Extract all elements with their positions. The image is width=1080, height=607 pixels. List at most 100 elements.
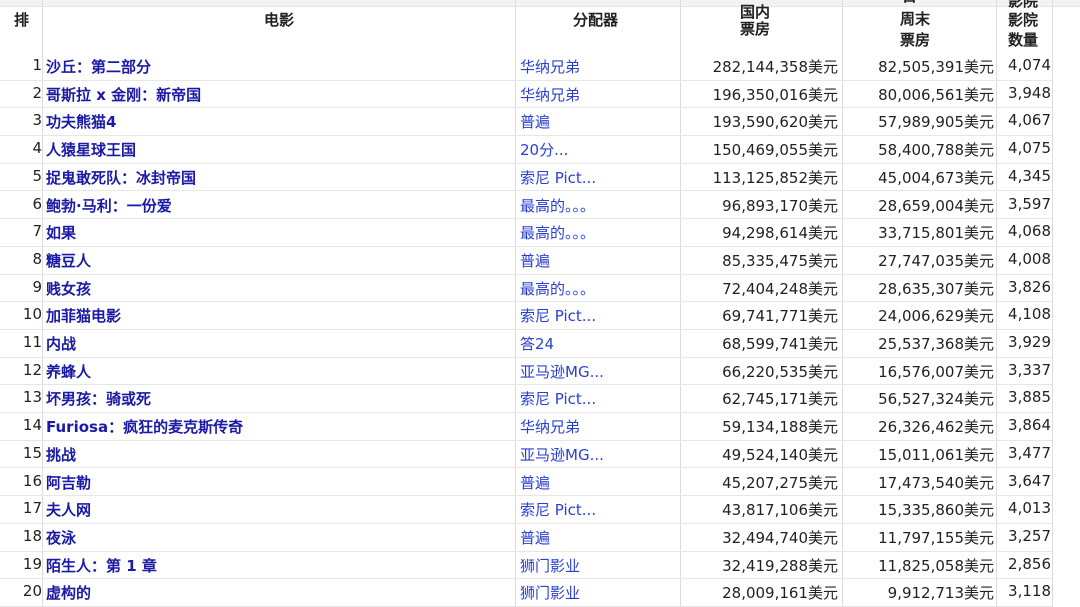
table-header: 排 电影 分配器 国内 票房 首 周末 票房 影院 影院 数量 (0, 0, 1052, 52)
movie-title-link[interactable]: 沙丘：第二部分 (46, 56, 151, 77)
rank-cell: 5 (32, 166, 42, 185)
opening-weekend-cell: 28,659,004美元 (878, 196, 994, 215)
theaters-count-cell: 3,929 (1008, 333, 1051, 351)
table-row: 14 Furiosa：疯狂的麦克斯传奇 华纳兄弟 59,134,188美元 26,326… (0, 412, 1052, 441)
table-row: 9 贱女孩 最高的。。。 72,404,248美元 28,635,307美元 3,826 (0, 274, 1052, 303)
movie-title-link[interactable]: 鲍勃·马利：一份爱 (46, 195, 172, 216)
header-weekend[interactable]: 首 周末 票房 (898, 0, 942, 52)
domestic-gross-cell: 43,817,106美元 (722, 501, 838, 520)
theaters-count-cell: 4,013 (1008, 499, 1051, 518)
table-row: 15 挑战 亚马逊MG... 49,524,140美元 15,011,061美元 3,47… (0, 440, 1052, 469)
column-divider (1052, 0, 1053, 607)
domestic-gross-cell: 49,524,140美元 (722, 445, 838, 464)
distributor-link[interactable]: 最高的。。。 (520, 278, 595, 299)
theaters-count-cell: 3,597 (1008, 194, 1051, 213)
header-distributor[interactable]: 分配器 (573, 12, 618, 29)
movie-title-link[interactable]: 哥斯拉 x 金刚：新帝国 (46, 84, 201, 105)
movie-title-link[interactable]: 如果 (46, 222, 76, 243)
movie-title-link[interactable]: Furiosa：疯狂的麦克斯传奇 (46, 416, 243, 437)
table-row: 18 夜泳 普遍 32,494,740美元 11,797,155美元 3,257 (0, 523, 1052, 552)
movie-title-link[interactable]: 功夫熊猫4 (46, 111, 116, 132)
distributor-link[interactable]: 20分... (520, 139, 568, 160)
rank-cell: 19 (22, 554, 42, 573)
header-theaters[interactable]: 影院 影院 数量 (1006, 0, 1050, 52)
header-weekend-line2: 票房 (900, 31, 931, 49)
header-gross-line1: 国内 (740, 3, 771, 21)
theaters-count-cell: 3,477 (1008, 443, 1051, 462)
rank-cell: 8 (32, 249, 42, 268)
rank-cell: 9 (32, 277, 42, 296)
distributor-link[interactable]: 普遍 (520, 111, 550, 132)
distributor-link[interactable]: 索尼 Pict... (520, 499, 596, 520)
domestic-gross-cell: 193,590,620美元 (712, 113, 838, 132)
table-row: 1 沙丘：第二部分 华纳兄弟 282,144,358美元 82,505,391美元 4,0… (0, 52, 1052, 81)
distributor-link[interactable]: 索尼 Pict... (520, 305, 596, 326)
rank-cell: 7 (32, 222, 42, 241)
movie-title-link[interactable]: 内战 (46, 333, 76, 354)
movie-title-link[interactable]: 养蜂人 (46, 361, 91, 382)
rank-cell: 13 (22, 388, 42, 407)
table-row: 20 虚构的 狮门影业 28,009,161美元 9,912,713美元 3,118 (0, 578, 1052, 607)
domestic-gross-cell: 59,134,188美元 (722, 418, 838, 437)
header-theaters-line2: 数量 (1008, 31, 1039, 49)
opening-weekend-cell: 25,537,368美元 (878, 335, 994, 353)
distributor-link[interactable]: 索尼 Pict... (520, 388, 596, 409)
theaters-count-cell: 4,068 (1008, 222, 1051, 241)
distributor-link[interactable]: 华纳兄弟 (520, 416, 580, 437)
rank-cell: 3 (32, 111, 42, 130)
movie-title-link[interactable]: 坏男孩：骑或死 (46, 388, 151, 409)
movie-title-link[interactable]: 陌生人：第 1 章 (46, 555, 157, 576)
rank-cell: 4 (32, 139, 42, 158)
movie-title-link[interactable]: 贱女孩 (46, 278, 91, 299)
distributor-link[interactable]: 普遍 (520, 250, 550, 271)
header-movie[interactable]: 电影 (264, 12, 294, 29)
distributor-link[interactable]: 狮门影业 (520, 555, 580, 576)
domestic-gross-cell: 62,745,171美元 (722, 390, 838, 409)
movie-title-link[interactable]: 糖豆人 (46, 250, 91, 271)
opening-weekend-cell: 45,004,673美元 (878, 168, 994, 187)
domestic-gross-cell: 85,335,475美元 (722, 251, 838, 270)
distributor-link[interactable]: 索尼 Pict... (520, 167, 596, 188)
distributor-link[interactable]: 亚马逊MG... (520, 444, 604, 465)
movie-title-link[interactable]: 加菲猫电影 (46, 305, 121, 326)
distributor-link[interactable]: 普遍 (520, 527, 550, 548)
table-row: 11 内战 答24 68,599,741美元 25,537,368美元 3,929 (0, 329, 1052, 358)
rank-cell: 14 (22, 416, 42, 435)
distributor-link[interactable]: 华纳兄弟 (520, 56, 580, 77)
distributor-link[interactable]: 最高的。。。 (520, 222, 595, 243)
header-theaters-line0: 影院 (1008, 0, 1039, 10)
movie-title-link[interactable]: 虚构的 (46, 582, 91, 603)
movie-title-link[interactable]: 阿吉勒 (46, 472, 91, 493)
domestic-gross-cell: 72,404,248美元 (722, 279, 838, 298)
header-rank[interactable]: 排 (14, 12, 29, 29)
distributor-link[interactable]: 亚马逊MG... (520, 361, 604, 382)
distributor-link[interactable]: 答24 (520, 333, 554, 354)
header-gross[interactable]: 国内 票房 (738, 0, 778, 52)
table-row: 19 陌生人：第 1 章 狮门影业 32,419,288美元 11,825,058美元 2… (0, 551, 1052, 580)
table-row: 7 如果 最高的。。。 94,298,614美元 33,715,801美元 4,068 (0, 218, 1052, 247)
distributor-link[interactable]: 狮门影业 (520, 582, 580, 603)
domestic-gross-cell: 68,599,741美元 (722, 335, 838, 353)
movie-title-link[interactable]: 夜泳 (46, 527, 76, 548)
movie-title-link[interactable]: 挑战 (46, 444, 76, 465)
header-weekend-line0: 首 (902, 0, 917, 5)
domestic-gross-cell: 94,298,614美元 (722, 224, 838, 243)
movie-title-link[interactable]: 捉鬼敢死队：冰封帝国 (46, 167, 196, 188)
table-row: 10 加菲猫电影 索尼 Pict... 69,741,771美元 24,006,629美… (0, 301, 1052, 330)
table-row: 3 功夫熊猫4 普遍 193,590,620美元 57,989,905美元 4,067 (0, 107, 1052, 137)
distributor-link[interactable]: 最高的。。。 (520, 195, 595, 216)
opening-weekend-cell: 15,335,860美元 (878, 501, 994, 520)
movie-title-link[interactable]: 夫人网 (46, 499, 91, 520)
opening-weekend-cell: 11,825,058美元 (878, 556, 994, 575)
table-row: 5 捉鬼敢死队：冰封帝国 索尼 Pict... 113,125,852美元 45,004… (0, 163, 1052, 192)
header-weekend-line1: 周末 (900, 10, 931, 28)
domestic-gross-cell: 32,494,740美元 (722, 528, 838, 547)
opening-weekend-cell: 82,505,391美元 (878, 58, 994, 76)
rank-cell: 17 (22, 499, 42, 518)
distributor-link[interactable]: 华纳兄弟 (520, 84, 580, 105)
theaters-count-cell: 4,074 (1008, 56, 1051, 74)
theaters-count-cell: 3,647 (1008, 471, 1051, 490)
theaters-count-cell: 3,826 (1008, 277, 1051, 296)
distributor-link[interactable]: 普遍 (520, 472, 550, 493)
movie-title-link[interactable]: 人猿星球王国 (46, 139, 136, 160)
